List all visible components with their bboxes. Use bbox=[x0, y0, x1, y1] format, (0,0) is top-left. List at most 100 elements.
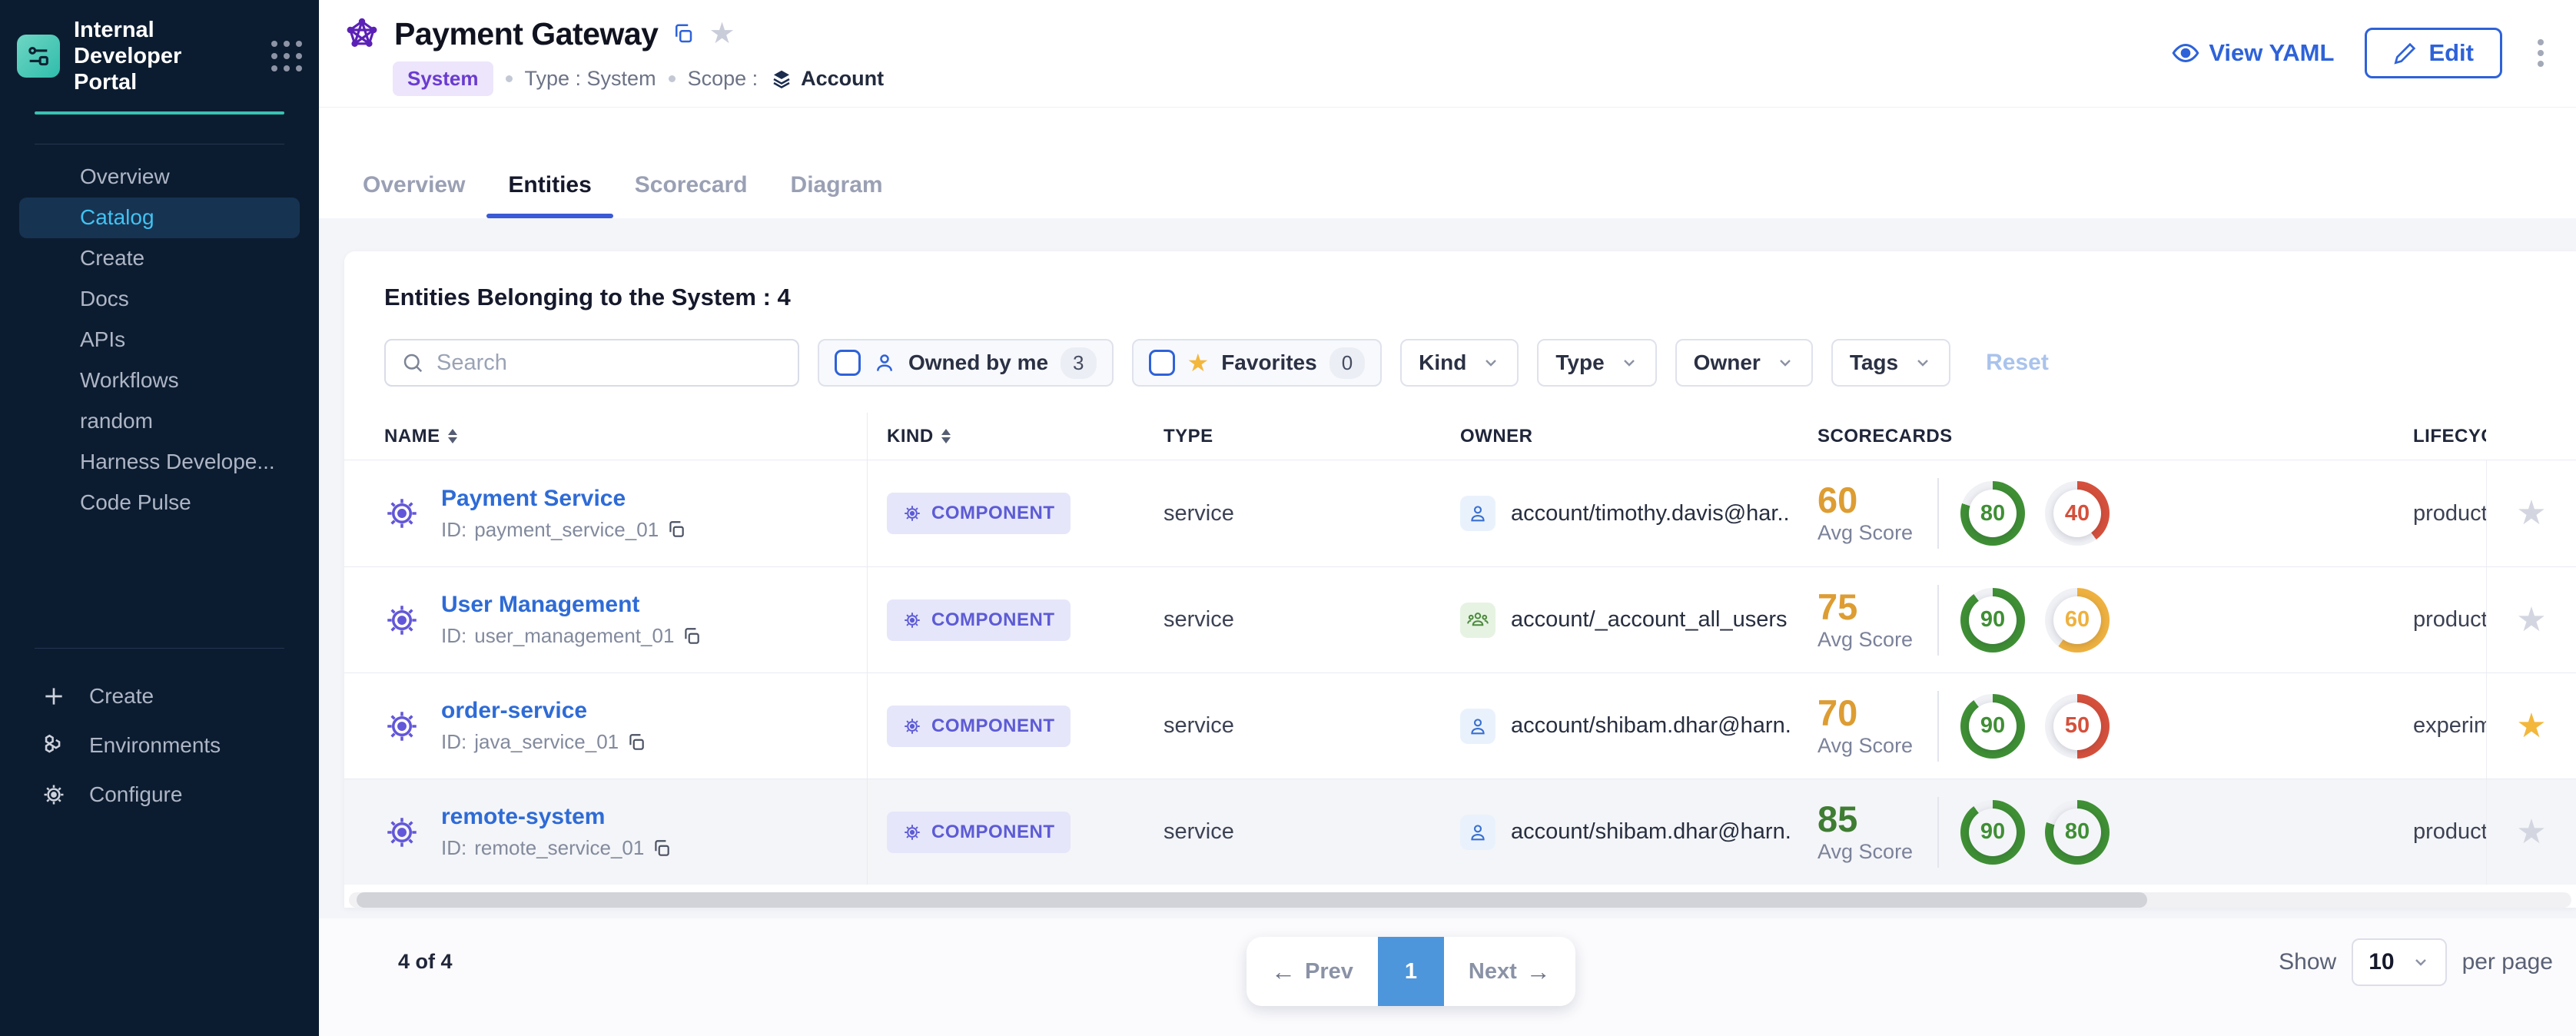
table-row[interactable]: order-service ID: java_service_01 COMPON… bbox=[344, 672, 2576, 779]
sidebar-item-code-pulse[interactable]: Code Pulse bbox=[19, 483, 300, 523]
scrollbar-track[interactable] bbox=[349, 892, 2571, 908]
favorite-title-star-icon[interactable]: ★ bbox=[709, 19, 735, 48]
sidebar-item-random[interactable]: random bbox=[19, 401, 300, 442]
favorites-checkbox[interactable] bbox=[1149, 350, 1175, 376]
favorite-star-icon[interactable]: ★ bbox=[2516, 709, 2546, 743]
sidebar-item-docs[interactable]: Docs bbox=[19, 279, 300, 320]
harness-idp-logo[interactable] bbox=[17, 35, 60, 78]
chevron-down-icon bbox=[1482, 354, 1500, 372]
table-row[interactable]: Payment Service ID: payment_service_01 C… bbox=[344, 460, 2576, 566]
search-input[interactable] bbox=[437, 350, 782, 376]
prev-page-button[interactable]: ← Prev bbox=[1247, 937, 1378, 1006]
component-gear-icon bbox=[383, 494, 421, 533]
tab-entities[interactable]: Entities bbox=[486, 172, 612, 218]
user-icon bbox=[1467, 716, 1489, 737]
entity-id: ID: payment_service_01 bbox=[441, 518, 686, 542]
entities-table: NAME KIND TYPE OWNER SCORECARDS LIFECYCL… bbox=[344, 413, 2576, 885]
pencil-icon bbox=[2393, 41, 2418, 65]
sidebar-item-create-new[interactable]: Create bbox=[19, 672, 300, 721]
column-header-name[interactable]: NAME bbox=[344, 413, 868, 460]
sidebar-item-create[interactable]: Create bbox=[19, 238, 300, 279]
kind-dropdown[interactable]: Kind bbox=[1400, 339, 1519, 387]
scorecard-gauge[interactable]: 80 bbox=[1960, 481, 2025, 546]
sidebar-item-configure[interactable]: Configure bbox=[19, 770, 300, 819]
account-scope-icon bbox=[770, 68, 793, 91]
scorecard-gauge[interactable]: 80 bbox=[2045, 800, 2110, 865]
favorites-filter[interactable]: ★ Favorites 0 bbox=[1132, 339, 1383, 387]
scorecard-gauge[interactable]: 40 bbox=[2045, 481, 2110, 546]
copy-icon[interactable] bbox=[652, 838, 672, 858]
owner-icon bbox=[1460, 709, 1495, 744]
more-options-kebab-icon[interactable] bbox=[2533, 33, 2548, 73]
column-header-lifecycle: LIFECYCLE bbox=[2382, 426, 2486, 447]
table-header-row: NAME KIND TYPE OWNER SCORECARDS LIFECYCL… bbox=[344, 413, 2576, 460]
system-entity-icon bbox=[344, 15, 380, 52]
tab-overview[interactable]: Overview bbox=[341, 172, 486, 218]
favorite-cell: ★ bbox=[2486, 567, 2576, 672]
page-number-button[interactable]: 1 bbox=[1378, 937, 1444, 1006]
entity-name-link[interactable]: User Management bbox=[441, 592, 702, 618]
favorite-cell: ★ bbox=[2486, 460, 2576, 566]
scorecards-cell: 85 Avg Score 90 80 bbox=[1791, 779, 2382, 885]
copy-title-icon[interactable] bbox=[672, 22, 695, 45]
column-header-kind[interactable]: KIND bbox=[868, 426, 1153, 447]
scorecard-gauge[interactable]: 90 bbox=[1960, 588, 2025, 652]
owned-by-me-checkbox[interactable] bbox=[835, 350, 861, 376]
owner-name[interactable]: account/shibam.dhar@harn... bbox=[1511, 713, 1791, 739]
favorite-star-icon[interactable]: ★ bbox=[2516, 603, 2546, 637]
owner-dropdown[interactable]: Owner bbox=[1675, 339, 1813, 387]
lifecycle-cell: production bbox=[2382, 567, 2486, 672]
scorecards-cell: 75 Avg Score 90 60 bbox=[1791, 567, 2382, 672]
sidebar-item-workflows[interactable]: Workflows bbox=[19, 360, 300, 401]
meta-scope-value: Account bbox=[770, 67, 884, 91]
tab-diagram[interactable]: Diagram bbox=[769, 172, 905, 218]
score-divider bbox=[1937, 797, 1939, 868]
reset-filters-button[interactable]: Reset bbox=[1986, 350, 2049, 376]
owner-icon bbox=[1460, 815, 1495, 850]
scrollbar-thumb[interactable] bbox=[357, 892, 2147, 908]
page-size-select[interactable]: 10 bbox=[2352, 938, 2446, 986]
view-yaml-button[interactable]: View YAML bbox=[2172, 39, 2334, 67]
next-page-button[interactable]: Next → bbox=[1444, 937, 1575, 1006]
component-gear-icon bbox=[383, 813, 421, 852]
type-cell: service bbox=[1153, 567, 1445, 672]
scorecard-gauge[interactable]: 90 bbox=[1960, 800, 2025, 865]
sidebar-item-environments[interactable]: Environments bbox=[19, 721, 300, 770]
owner-name[interactable]: account/shibam.dhar@harn... bbox=[1511, 819, 1791, 845]
content-area: Entities Belonging to the System : 4 bbox=[319, 218, 2576, 918]
tab-scorecard[interactable]: Scorecard bbox=[613, 172, 769, 218]
edit-button[interactable]: Edit bbox=[2365, 28, 2502, 78]
entity-name-link[interactable]: Payment Service bbox=[441, 486, 686, 512]
copy-icon[interactable] bbox=[666, 520, 686, 540]
scorecard-gauge[interactable]: 90 bbox=[1960, 694, 2025, 759]
entity-name-link[interactable]: remote-system bbox=[441, 804, 672, 830]
tags-dropdown[interactable]: Tags bbox=[1831, 339, 1950, 387]
entity-name-link[interactable]: order-service bbox=[441, 698, 646, 724]
scorecards-cell: 70 Avg Score 90 50 bbox=[1791, 673, 2382, 779]
scorecard-gauge[interactable]: 50 bbox=[2045, 694, 2110, 759]
table-row[interactable]: User Management ID: user_management_01 C… bbox=[344, 566, 2576, 672]
owner-name[interactable]: account/_account_all_users bbox=[1511, 607, 1788, 633]
component-gear-icon bbox=[902, 716, 922, 736]
sidebar-item-harness-developer[interactable]: Harness Develope... bbox=[19, 442, 300, 483]
favorite-star-icon[interactable]: ★ bbox=[2516, 815, 2546, 849]
kind-chip: COMPONENT bbox=[887, 493, 1071, 534]
owner-name[interactable]: account/timothy.davis@har... bbox=[1511, 501, 1791, 526]
sidebar-item-overview[interactable]: Overview bbox=[19, 157, 300, 198]
avg-score: 85 Avg Score bbox=[1817, 801, 1933, 864]
favorite-star-icon[interactable]: ★ bbox=[2516, 496, 2546, 530]
copy-icon[interactable] bbox=[626, 732, 646, 752]
sidebar-item-apis[interactable]: APIs bbox=[19, 320, 300, 360]
table-body: Payment Service ID: payment_service_01 C… bbox=[344, 460, 2576, 885]
sidebar-item-catalog[interactable]: Catalog bbox=[19, 198, 300, 238]
table-row[interactable]: remote-system ID: remote_service_01 COMP… bbox=[344, 779, 2576, 885]
type-dropdown[interactable]: Type bbox=[1537, 339, 1656, 387]
pipeline-logo-icon bbox=[25, 43, 51, 69]
owned-by-me-filter[interactable]: Owned by me 3 bbox=[818, 339, 1114, 387]
app-switcher-icon[interactable] bbox=[271, 41, 302, 71]
chevron-down-icon bbox=[2412, 953, 2430, 971]
app: Internal Developer Portal Overview Catal… bbox=[0, 0, 2576, 1036]
copy-icon[interactable] bbox=[682, 626, 702, 646]
scorecard-gauge[interactable]: 60 bbox=[2045, 588, 2110, 652]
kind-chip: COMPONENT bbox=[887, 599, 1071, 641]
